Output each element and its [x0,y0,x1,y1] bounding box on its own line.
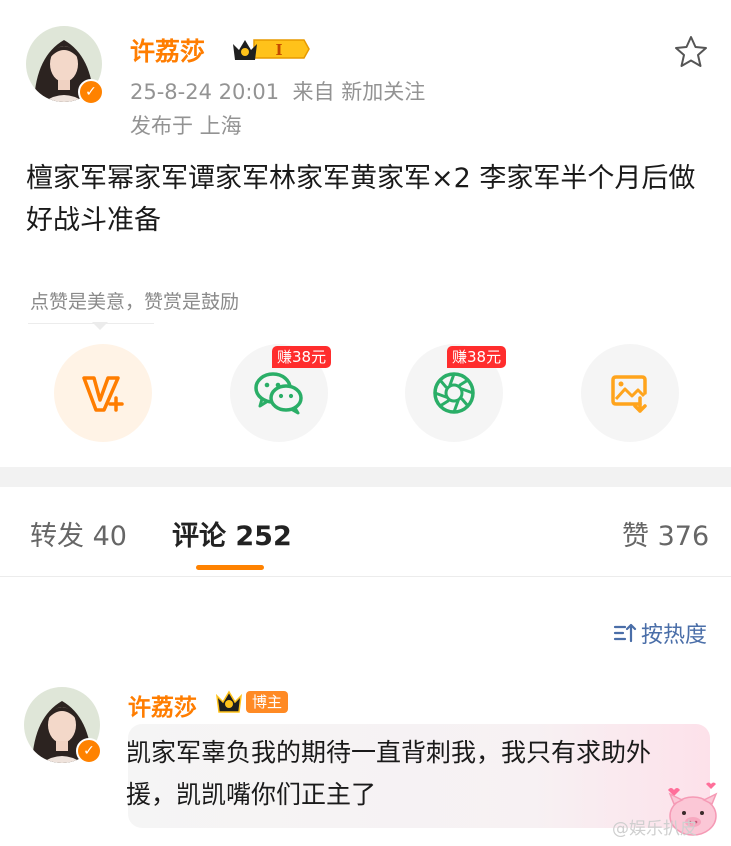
tab-separator [0,576,731,577]
reward-button[interactable] [54,344,152,442]
section-divider [0,467,731,487]
tab-comment[interactable]: 评论 252 [172,514,292,553]
comment-author-name[interactable]: 许荔莎 [128,688,197,722]
sort-label: 按热度 [640,623,707,648]
svg-text:I: I [275,41,282,59]
tab-like[interactable]: 赞 376 [622,514,709,553]
sort-button[interactable]: 按热度 [613,617,707,649]
verified-badge-icon: ✓ [78,79,104,105]
post-author-name[interactable]: 许荔莎 [130,32,205,68]
watermark: @娱乐扒皮 [612,819,697,839]
post-location: 发布于 上海 [130,114,242,138]
crown-icon: I [233,39,310,60]
save-image-button[interactable] [581,344,679,442]
save-image-icon [611,375,647,413]
reward-hint: 点赞是美意，赞赏是鼓励 [30,291,240,313]
post-timestamp: 25-8-24 20:01 来自 新加关注 [130,80,426,104]
v-plus-icon [82,376,124,412]
comment-text: 凯家军辜负我的期待一直背刺我，我只有求助外援，凯凯嘴你们正主了 [126,738,652,809]
hint-divider [28,323,154,324]
post-source: 来自 新加关注 [292,80,426,104]
earn-badge: 赚38元 [272,346,332,368]
earn-badge: 赚38元 [447,346,507,368]
blogger-tag: 博主 [246,691,289,713]
post-body-text: 檀家军幂家军谭家军林家军黄家军×2 李家军半个月后做好战斗准备 [26,163,696,236]
tab-active-indicator [196,565,264,570]
verified-badge-icon: ✓ [76,738,102,764]
moments-icon [433,372,475,414]
star-icon[interactable] [673,34,709,70]
tab-repost[interactable]: 转发 40 [30,514,127,553]
sort-icon [613,623,637,643]
wechat-icon [254,372,303,415]
hint-pointer [92,322,108,330]
crown-icon [215,690,243,713]
